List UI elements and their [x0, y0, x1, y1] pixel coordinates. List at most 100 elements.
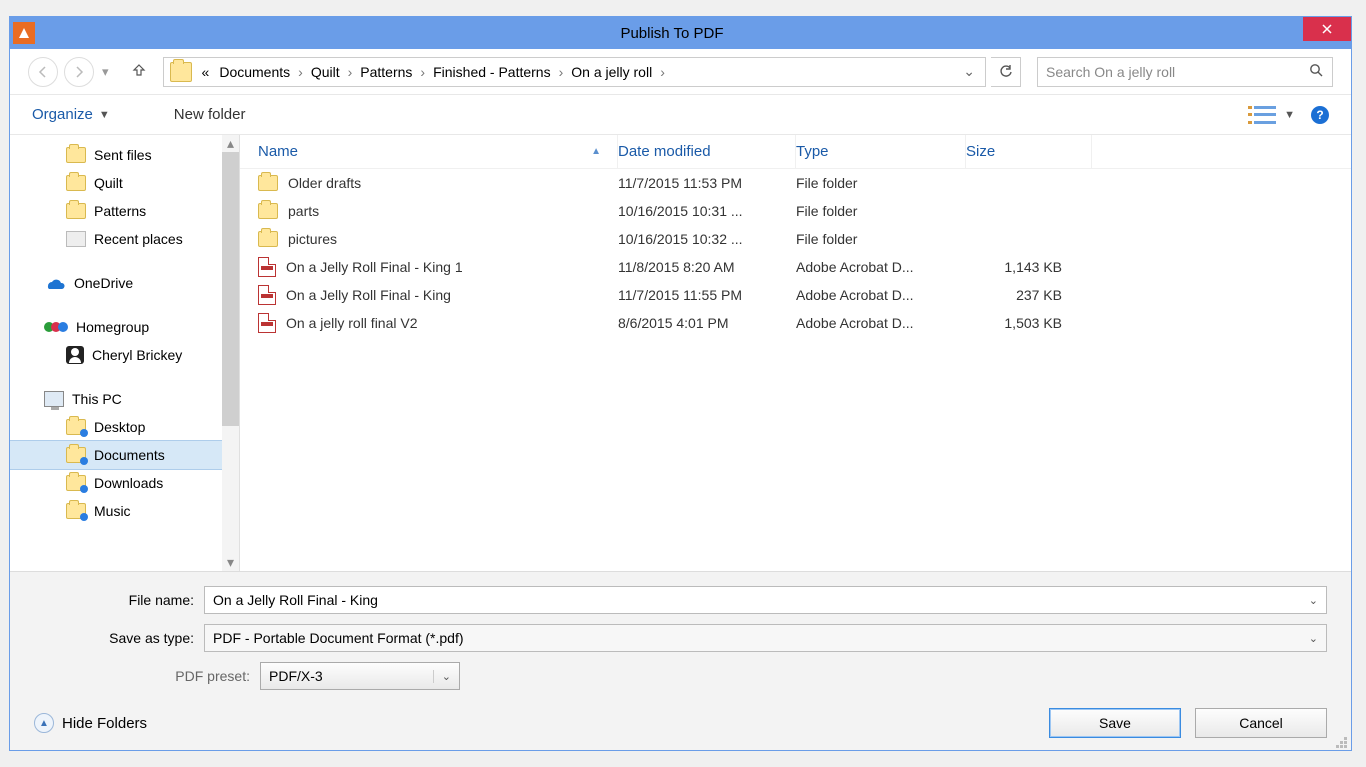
column-header-type[interactable]: Type: [796, 135, 966, 168]
breadcrumb-item[interactable]: Quilt: [307, 64, 344, 80]
file-date: 11/7/2015 11:55 PM: [618, 287, 796, 303]
sidebar-item-label: Homegroup: [76, 319, 149, 335]
column-header-date[interactable]: Date modified: [618, 135, 796, 168]
file-row[interactable]: pictures10/16/2015 10:32 ...File folder: [240, 225, 1351, 253]
file-name: parts: [288, 203, 319, 219]
sort-indicator-icon: ▲: [591, 146, 601, 157]
chevron-down-icon[interactable]: ⌄: [1309, 632, 1318, 645]
sidebar-item[interactable]: Recent places: [10, 225, 239, 253]
filename-input[interactable]: On a Jelly Roll Final - King ⌄: [204, 586, 1327, 614]
folder-icon: [66, 503, 86, 519]
file-name: On a jelly roll final V2: [286, 315, 418, 331]
file-date: 11/8/2015 8:20 AM: [618, 259, 796, 275]
file-size: 1,143 KB: [966, 259, 1092, 275]
file-list: Name ▲ Date modified Type Size Older dra…: [240, 135, 1351, 571]
sidebar-item[interactable]: Documents: [10, 441, 239, 469]
file-date: 10/16/2015 10:32 ...: [618, 231, 796, 247]
pdf-icon: [258, 257, 276, 277]
saveastype-value: PDF - Portable Document Format (*.pdf): [213, 630, 464, 646]
close-button[interactable]: [1303, 17, 1351, 41]
chevron-down-icon[interactable]: ⌄: [1309, 594, 1318, 607]
titlebar: Publish To PDF: [10, 17, 1351, 49]
search-icon: [1309, 63, 1324, 81]
view-options-button[interactable]: ▼: [1254, 106, 1295, 124]
pdf-preset-select[interactable]: PDF/X-3 ⌄: [260, 662, 460, 690]
file-row[interactable]: On a Jelly Roll Final - King11/7/2015 11…: [240, 281, 1351, 309]
breadcrumb-item[interactable]: Finished - Patterns: [429, 64, 555, 80]
search-input[interactable]: Search On a jelly roll: [1037, 57, 1333, 87]
file-type: Adobe Acrobat D...: [796, 259, 966, 275]
chevron-down-icon[interactable]: ⌄: [433, 670, 451, 683]
navigation-pane: Sent filesQuiltPatterns Recent places OneD…: [10, 135, 240, 571]
cancel-button[interactable]: Cancel: [1195, 708, 1327, 738]
scroll-up-icon[interactable]: ▴: [222, 135, 239, 152]
breadcrumb-item[interactable]: On a jelly roll: [567, 64, 656, 80]
column-header-size[interactable]: Size: [966, 135, 1092, 168]
filename-value: On a Jelly Roll Final - King: [213, 592, 378, 608]
chevron-down-icon: ▼: [99, 109, 110, 121]
help-button[interactable]: ?: [1311, 106, 1329, 124]
nav-forward-button[interactable]: [64, 57, 94, 87]
file-name: Older drafts: [288, 175, 361, 191]
file-row[interactable]: On a Jelly Roll Final - King 111/8/2015 …: [240, 253, 1351, 281]
chevron-right-icon: ›: [418, 64, 427, 80]
pdf-icon: [258, 285, 276, 305]
sidebar-item[interactable]: Cheryl Brickey: [10, 341, 239, 369]
sidebar-item[interactable]: Sent files: [10, 141, 239, 169]
sidebar-item[interactable]: Desktop: [10, 413, 239, 441]
saveastype-row: Save as type: PDF - Portable Document Fo…: [34, 624, 1327, 652]
sidebar-item-label: Desktop: [94, 419, 145, 435]
resize-grip[interactable]: [1335, 736, 1347, 748]
navigation-bar: ▾ « Documents › Quilt › Patterns › Finis…: [10, 49, 1351, 95]
new-folder-button[interactable]: New folder: [174, 106, 246, 123]
view-icon: [1254, 106, 1276, 124]
folder-icon: [258, 203, 278, 219]
file-name: pictures: [288, 231, 337, 247]
file-type: Adobe Acrobat D...: [796, 315, 966, 331]
file-type: File folder: [796, 175, 966, 191]
file-date: 8/6/2015 4:01 PM: [618, 315, 796, 331]
nav-up-button[interactable]: [127, 62, 151, 81]
file-row[interactable]: parts10/16/2015 10:31 ...File folder: [240, 197, 1351, 225]
file-size: 1,503 KB: [966, 315, 1092, 331]
sidebar-item[interactable]: Quilt: [10, 169, 239, 197]
scroll-down-icon[interactable]: ▾: [222, 554, 239, 571]
chevron-right-icon: ›: [346, 64, 355, 80]
nav-history-dropdown[interactable]: ▾: [102, 64, 109, 80]
address-bar[interactable]: « Documents › Quilt › Patterns › Finishe…: [163, 57, 986, 87]
breadcrumb-item[interactable]: Patterns: [356, 64, 416, 80]
nav-back-button[interactable]: [28, 57, 58, 87]
breadcrumb-item[interactable]: Documents: [215, 64, 294, 80]
organize-button[interactable]: Organize ▼: [32, 106, 110, 123]
sidebar-item[interactable]: This PC: [10, 385, 239, 413]
sidebar-item[interactable]: Homegroup: [10, 313, 239, 341]
chevron-right-icon: ›: [557, 64, 566, 80]
file-row[interactable]: On a jelly roll final V2 8/6/2015 4:01 PM…: [240, 309, 1351, 337]
sidebar-item[interactable]: Downloads: [10, 469, 239, 497]
chevron-up-icon: ▲: [34, 713, 54, 733]
hide-folders-button[interactable]: ▲ Hide Folders: [34, 713, 147, 733]
folder-icon: [66, 147, 86, 163]
address-dropdown[interactable]: ⌄: [963, 63, 975, 80]
pdf-icon: [258, 313, 276, 333]
file-date: 10/16/2015 10:31 ...: [618, 203, 796, 219]
sidebar-scrollbar[interactable]: ▴ ▾: [222, 135, 239, 571]
refresh-button[interactable]: [991, 57, 1021, 87]
footer-row: ▲ Hide Folders Save Cancel: [34, 708, 1327, 738]
chevron-right-icon: ›: [658, 64, 667, 80]
chevron-down-icon: ▼: [1284, 109, 1295, 121]
sidebar-item[interactable]: Music: [10, 497, 239, 525]
folder-icon: [66, 475, 86, 491]
folder-icon: [66, 419, 86, 435]
saveastype-select[interactable]: PDF - Portable Document Format (*.pdf) ⌄: [204, 624, 1327, 652]
scroll-thumb[interactable]: [222, 152, 239, 426]
sidebar-item-label: Recent places: [94, 231, 183, 247]
pdf-preset-label: PDF preset:: [34, 668, 260, 684]
file-row[interactable]: Older drafts11/7/2015 11:53 PMFile folde…: [240, 169, 1351, 197]
save-button[interactable]: Save: [1049, 708, 1181, 738]
recent-places-icon: [66, 231, 86, 247]
column-header-name[interactable]: Name ▲: [240, 135, 618, 168]
sidebar-item[interactable]: Patterns: [10, 197, 239, 225]
pdf-preset-row: PDF preset: PDF/X-3 ⌄: [34, 662, 1327, 690]
sidebar-item[interactable]: OneDrive: [10, 269, 239, 297]
